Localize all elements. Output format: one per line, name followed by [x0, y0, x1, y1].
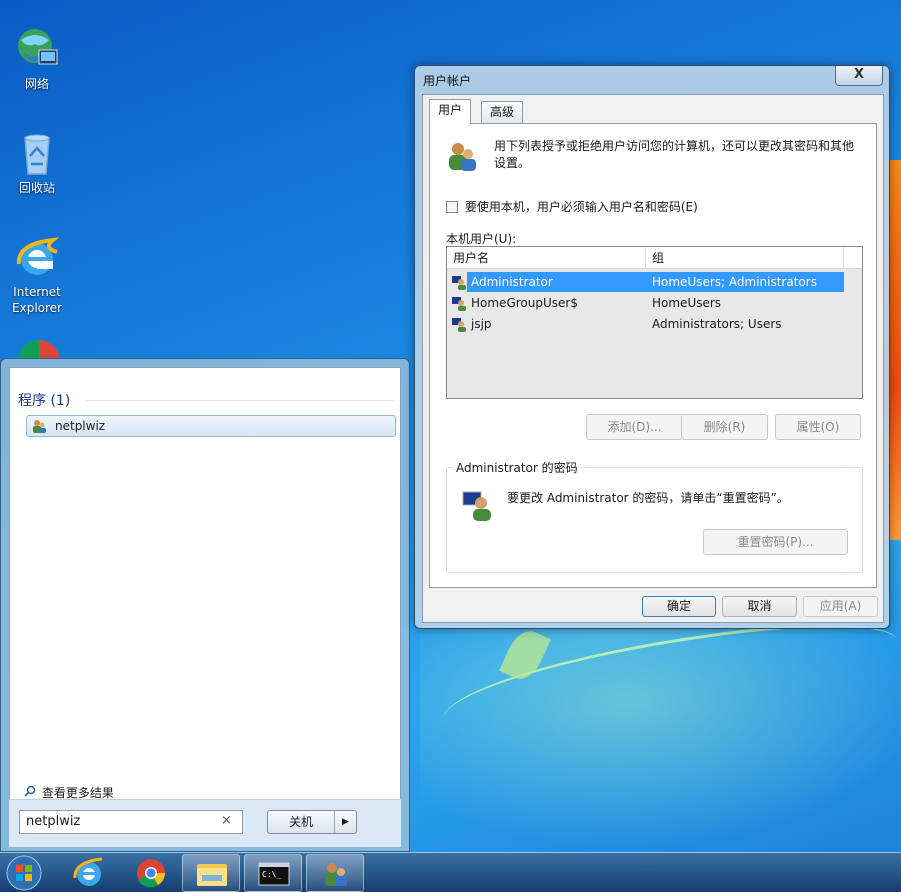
users-tab-panel: 用下列表授予或拒绝用户访问您的计算机，还可以更改其密码和其他设置。 要使用本机，… [429, 123, 877, 588]
shutdown-options-arrow-icon[interactable]: ▶ [334, 811, 356, 833]
table-row[interactable]: jsjp Administrators; Users [447, 314, 862, 334]
row-username: jsjp [471, 317, 492, 331]
taskbar-internet-explorer[interactable] [60, 854, 118, 892]
desktop-icon-internet-explorer[interactable]: Internet Explorer [6, 234, 68, 316]
network-icon [13, 26, 61, 74]
start-menu-results-pane: 程序 (1) netplwiz 查看更多结果 [9, 367, 401, 847]
dialog-title: 用户帐户 [423, 74, 472, 88]
close-button[interactable]: X [835, 66, 883, 86]
require-password-checkbox[interactable] [446, 201, 458, 213]
password-instruction-text: 要更改 Administrator 的密码，请单击“重置密码”。 [507, 491, 789, 505]
add-user-button[interactable]: 添加(D)... [586, 414, 683, 440]
list-body: Administrator HomeUsers; Administrators … [447, 269, 862, 398]
tab-label: 用户 [438, 103, 463, 117]
require-password-checkbox-row[interactable]: 要使用本机，用户必须输入用户名和密码(E) [446, 198, 698, 215]
dialog-body: 用户 高级 用下列表授予或拒绝用户访问您的计算机，还可以更改其密码和其他设置。 … [422, 94, 884, 623]
desktop-icon-label: 回收站 [18, 181, 55, 195]
row-group: HomeUsers [652, 296, 722, 310]
programs-section-title: 程序 (1) [18, 393, 71, 409]
desktop-icon-recycle-bin[interactable]: 回收站 [6, 130, 68, 196]
recycle-bin-icon [13, 130, 61, 178]
user-accounts-icon [446, 140, 478, 175]
command-prompt-icon: C:\_ [258, 862, 290, 886]
user-icon [451, 316, 467, 338]
internet-explorer-icon [13, 234, 61, 282]
user-password-icon [461, 488, 495, 525]
search-input-value: netplwiz [26, 814, 81, 829]
desktop-icon-label: 网络 [24, 77, 49, 91]
close-icon: X [853, 67, 865, 82]
column-header-username[interactable]: 用户名 [447, 247, 646, 269]
shutdown-button[interactable]: 关机 ▶ [267, 810, 357, 834]
table-row[interactable]: HomeGroupUser$ HomeUsers [447, 293, 862, 313]
password-group-title: Administrator 的密码 [453, 459, 581, 476]
users-list[interactable]: 用户名 组 Administrator HomeUsers; Administr… [446, 246, 863, 399]
delete-user-button[interactable]: 删除(R) [681, 414, 768, 440]
users-icon [31, 418, 47, 440]
tab-advanced[interactable]: 高级 [481, 101, 524, 123]
tab-label: 高级 [490, 105, 515, 119]
apply-button[interactable]: 应用(A) [803, 596, 878, 617]
list-header: 用户名 组 [447, 247, 862, 269]
row-group: HomeUsers; Administrators [652, 275, 817, 289]
search-result-netplwiz[interactable]: netplwiz [26, 415, 396, 437]
section-divider [86, 400, 394, 401]
start-menu: 程序 (1) netplwiz 查看更多结果 netplwiz × 关机 ▶ [0, 358, 410, 852]
search-icon [24, 785, 38, 800]
chrome-icon [137, 859, 165, 888]
reset-password-button[interactable]: 重置密码(P)... [703, 529, 848, 555]
row-username: HomeGroupUser$ [471, 296, 578, 310]
start-button[interactable] [4, 854, 44, 892]
desktop-icon-label: Internet Explorer [12, 285, 62, 315]
table-row[interactable]: Administrator HomeUsers; Administrators [447, 272, 862, 292]
taskbar: C:\_ [0, 852, 901, 892]
taskbar-explorer[interactable] [182, 854, 240, 892]
info-text: 用下列表授予或拒绝用户访问您的计算机，还可以更改其密码和其他设置。 [494, 139, 855, 170]
taskbar-chrome[interactable] [122, 854, 180, 892]
row-username: Administrator [471, 275, 553, 289]
internet-explorer-icon [73, 857, 103, 886]
tab-users[interactable]: 用户 [429, 99, 472, 124]
local-users-label: 本机用户(U): [446, 232, 517, 246]
desktop-icon-network[interactable]: 网络 [6, 26, 68, 92]
chrome-icon [18, 340, 60, 358]
desktop-icon-chrome[interactable] [18, 340, 60, 358]
shutdown-label: 关机 [288, 815, 313, 829]
properties-button[interactable]: 属性(O) [775, 414, 861, 440]
ok-button[interactable]: 确定 [642, 596, 716, 617]
start-search-area: netplwiz × 关机 ▶ [9, 799, 401, 847]
taskbar-user-accounts[interactable] [306, 854, 364, 892]
start-search-input[interactable]: netplwiz [19, 810, 243, 834]
svg-text:C:\_: C:\_ [262, 870, 281, 879]
search-result-label: netplwiz [55, 419, 106, 433]
column-header-group[interactable]: 组 [646, 247, 844, 269]
users-icon [325, 863, 347, 886]
cancel-button[interactable]: 取消 [722, 596, 797, 617]
folder-icon [197, 864, 227, 886]
require-password-label: 要使用本机，用户必须输入用户名和密码(E) [464, 200, 698, 214]
user-accounts-dialog: 用户帐户 X 用户 高级 用下列表授予或拒绝用户访问您的计算机，还可以更改其密码… [414, 65, 890, 629]
row-group: Administrators; Users [652, 317, 782, 331]
see-more-results-label: 查看更多结果 [41, 786, 114, 800]
password-groupbox: Administrator 的密码 要更改 Administrator 的密码，… [446, 459, 863, 573]
taskbar-command-prompt[interactable]: C:\_ [244, 854, 302, 892]
clear-search-icon[interactable]: × [221, 813, 232, 828]
